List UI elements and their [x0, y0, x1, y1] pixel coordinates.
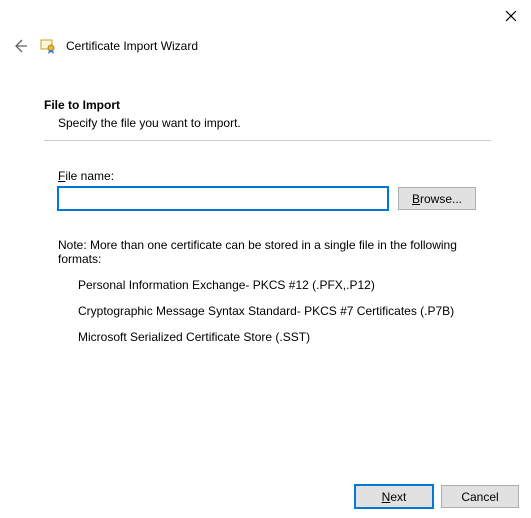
note-intro: Note: More than one certificate can be s… [58, 238, 491, 266]
note-block: Note: More than one certificate can be s… [58, 238, 491, 344]
footer-buttons: Next Cancel [355, 485, 519, 508]
close-icon[interactable] [501, 6, 521, 26]
file-name-label: File name: [58, 169, 491, 183]
note-item: Cryptographic Message Syntax Standard- P… [78, 304, 491, 318]
file-name-input[interactable] [58, 187, 388, 210]
titlebar [0, 0, 531, 32]
file-field-block: File name: Browse... [58, 169, 491, 210]
cancel-button[interactable]: Cancel [441, 485, 519, 508]
page-subheading: Specify the file you want to import. [58, 116, 491, 130]
note-item: Personal Information Exchange- PKCS #12 … [78, 278, 491, 292]
page-heading: File to Import [44, 98, 491, 112]
certificate-icon [40, 38, 56, 54]
content-area: File to Import Specify the file you want… [0, 56, 531, 344]
file-input-row: Browse... [58, 187, 491, 210]
wizard-header: Certificate Import Wizard [0, 32, 531, 56]
next-button[interactable]: Next [355, 485, 433, 508]
note-item: Microsoft Serialized Certificate Store (… [78, 330, 491, 344]
browse-button[interactable]: Browse... [398, 187, 476, 210]
divider [44, 140, 491, 141]
back-arrow-icon[interactable] [10, 36, 30, 56]
wizard-title: Certificate Import Wizard [66, 39, 198, 53]
